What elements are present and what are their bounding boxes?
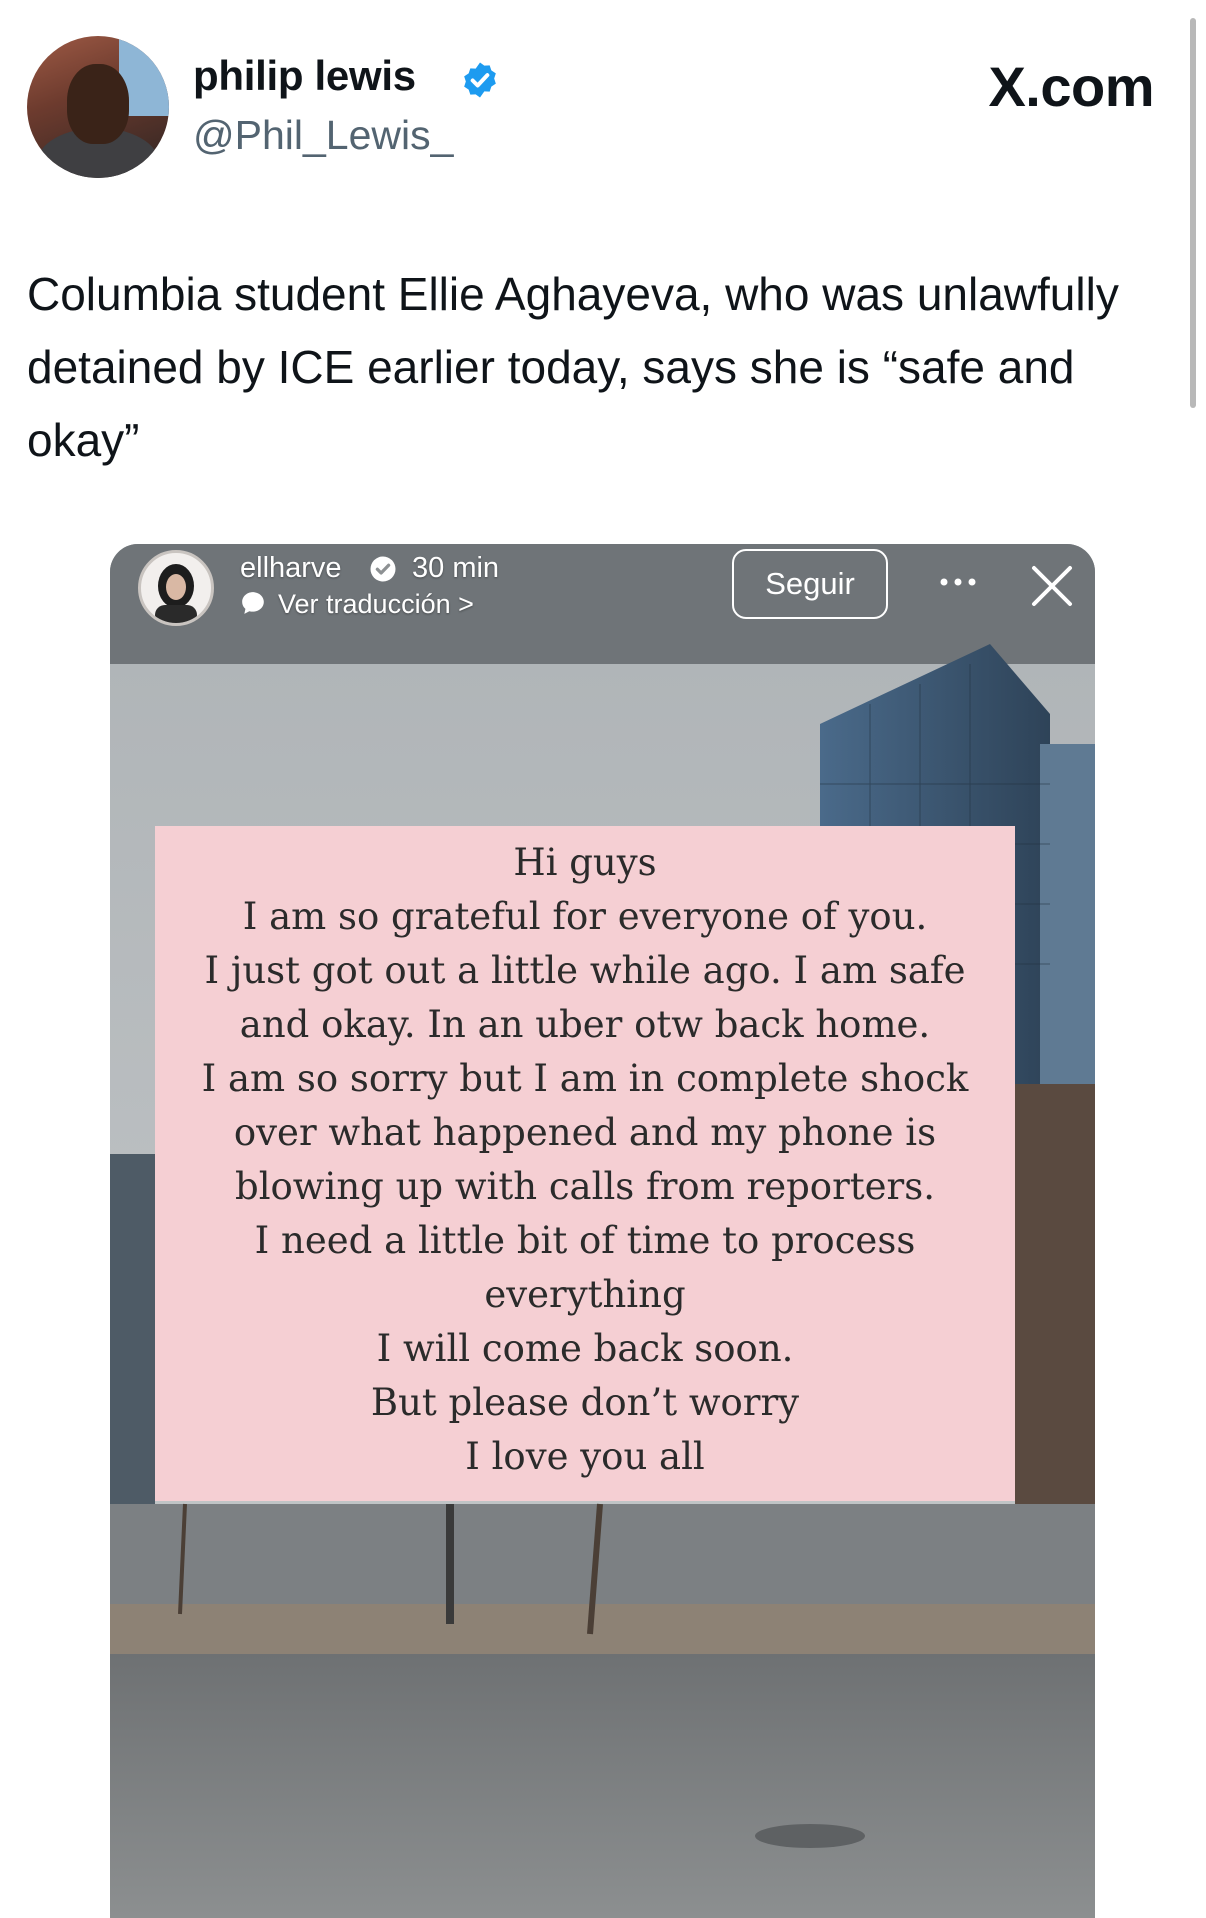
story-timestamp: 30 min [412, 552, 500, 584]
close-icon[interactable] [1028, 562, 1076, 610]
author-avatar[interactable] [27, 36, 169, 178]
note-line: over what happened and my phone is [233, 1111, 937, 1154]
story-username[interactable]: ellharve [240, 552, 342, 585]
story-screenshot[interactable]: ellharve 30 min Ver traducción > Seguir … [110, 544, 1095, 1918]
note-line: I am so sorry but I am in complete shock [201, 1057, 969, 1100]
author-handle[interactable]: @Phil_Lewis_ [193, 112, 453, 159]
note-line: and okay. In an uber otw back home. [239, 1003, 931, 1046]
story-verified-icon [370, 556, 396, 582]
more-dots-icon[interactable] [934, 572, 982, 592]
site-label: X.com [988, 55, 1154, 118]
note-line: I am so grateful for everyone of you. [242, 895, 928, 938]
note-line: Hi guys [513, 841, 657, 884]
note-line: I just got out a little while ago. I am … [204, 949, 966, 992]
follow-button[interactable]: Seguir [732, 549, 888, 619]
verified-badge-icon [464, 62, 496, 98]
note-line: I love you all [465, 1435, 705, 1478]
author-name[interactable]: philip lewis [193, 52, 416, 100]
note-line: everything [484, 1273, 686, 1316]
see-translation-link[interactable]: Ver traducción > [278, 589, 474, 620]
note-line: I need a little bit of time to process [254, 1219, 916, 1262]
note-line: But please don’t worry [370, 1381, 800, 1424]
story-text-card: Hi guys I am so grateful for everyone of… [155, 826, 1015, 1501]
story-user-avatar[interactable] [138, 550, 214, 626]
scrollbar[interactable] [1190, 18, 1196, 408]
tweet-header: philip lewis @Phil_Lewis_ X.com [0, 0, 1206, 408]
translate-icon [242, 592, 264, 614]
tweet-text: Columbia student Ellie Aghayeva, who was… [27, 268, 1119, 466]
note-line: I will come back soon. [376, 1327, 794, 1370]
note-line: blowing up with calls from reporters. [235, 1165, 935, 1208]
